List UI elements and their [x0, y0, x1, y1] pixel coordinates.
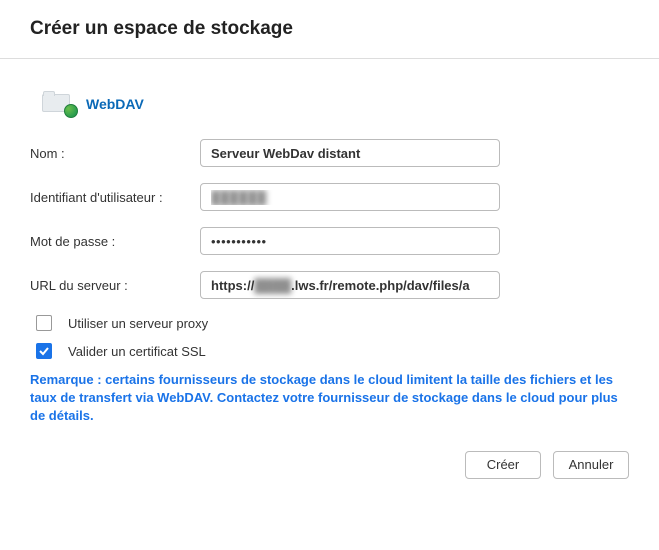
url-prefix: https:// [211, 278, 254, 293]
password-input[interactable] [200, 227, 500, 255]
row-ssl: Valider un certificat SSL [36, 343, 629, 359]
dialog-header: Créer un espace de stockage [0, 0, 659, 59]
ssl-label: Valider un certificat SSL [68, 344, 206, 359]
row-name: Nom : [30, 139, 629, 167]
row-password: Mot de passe : [30, 227, 629, 255]
webdav-folder-icon [42, 94, 74, 114]
provider-row: WebDAV [42, 94, 629, 114]
note-text: Remarque : certains fournisseurs de stoc… [30, 371, 629, 426]
url-suffix: .lws.fr/remote.php/dav/files/a [291, 278, 469, 293]
proxy-label: Utiliser un serveur proxy [68, 316, 208, 331]
name-input[interactable] [200, 139, 500, 167]
proxy-checkbox[interactable] [36, 315, 52, 331]
create-button[interactable]: Créer [465, 451, 541, 479]
checkmark-icon [38, 345, 50, 357]
dialog-title: Créer un espace de stockage [30, 18, 629, 40]
name-label: Nom : [30, 146, 200, 161]
cancel-button[interactable]: Annuler [553, 451, 629, 479]
password-label: Mot de passe : [30, 234, 200, 249]
dialog-content: WebDAV Nom : Identifiant d'utilisateur :… [0, 59, 659, 436]
user-input[interactable] [200, 183, 500, 211]
row-user: Identifiant d'utilisateur : [30, 183, 629, 211]
dialog-footer: Créer Annuler [0, 436, 659, 479]
row-url: URL du serveur : https://████.lws.fr/rem… [30, 271, 629, 299]
url-hidden: ████ [254, 278, 291, 293]
url-input[interactable]: https://████.lws.fr/remote.php/dav/files… [200, 271, 500, 299]
url-label: URL du serveur : [30, 278, 200, 293]
ssl-checkbox[interactable] [36, 343, 52, 359]
provider-name: WebDAV [86, 96, 144, 112]
user-label: Identifiant d'utilisateur : [30, 190, 200, 205]
row-proxy: Utiliser un serveur proxy [36, 315, 629, 331]
